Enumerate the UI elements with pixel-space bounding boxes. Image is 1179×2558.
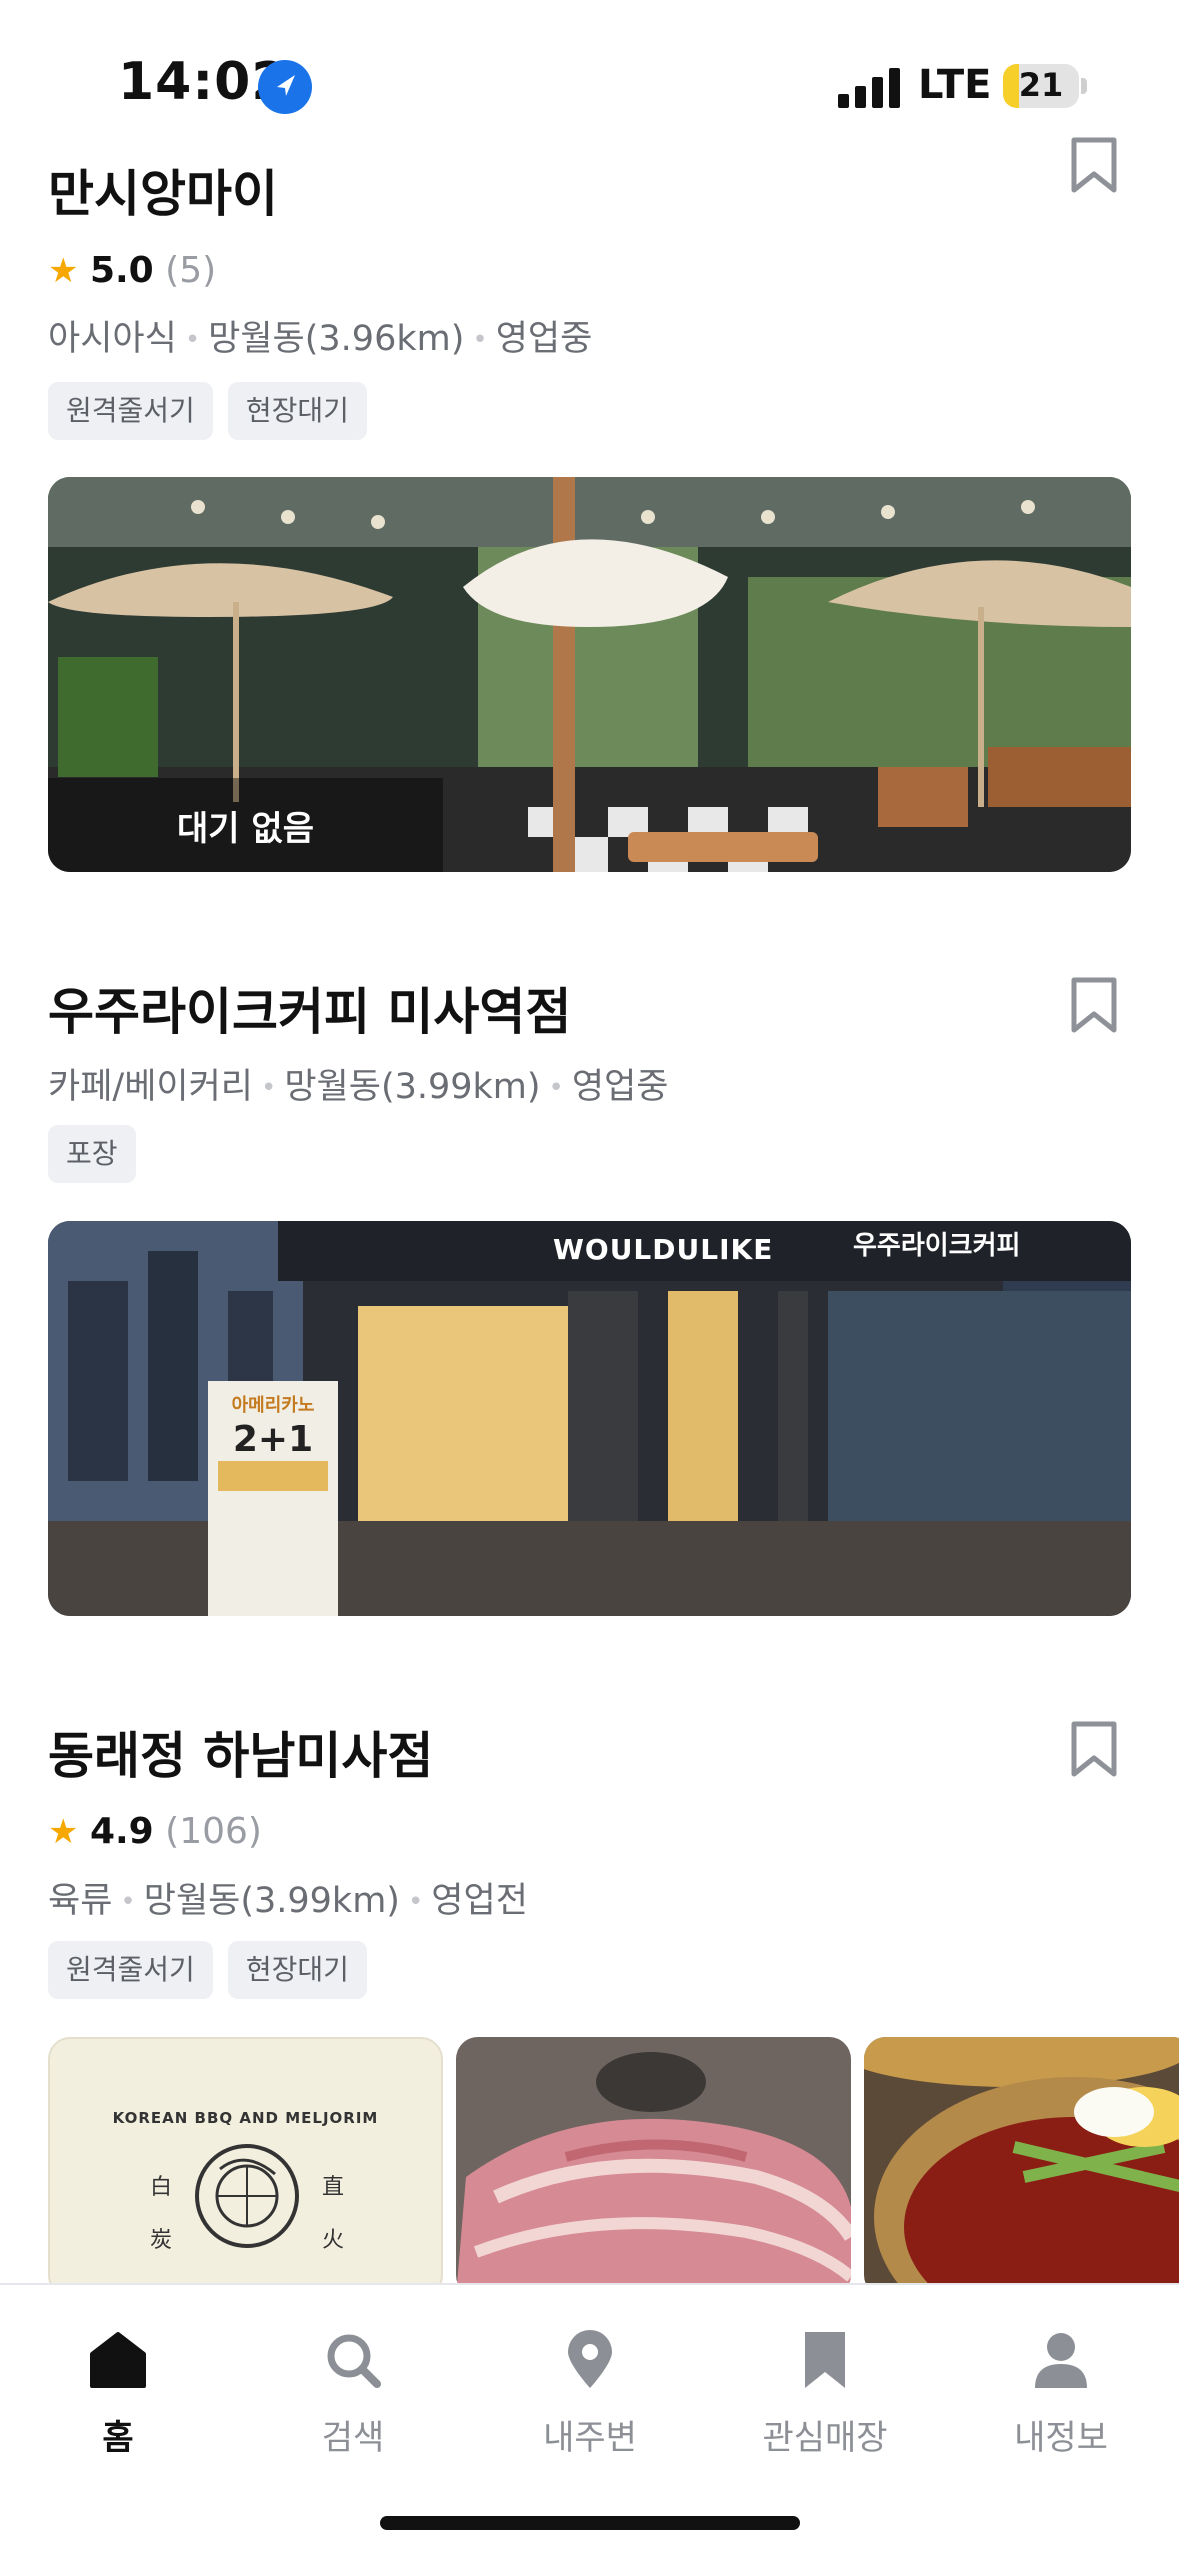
- tag-list: 원격줄서기 현장대기: [48, 382, 367, 440]
- tag-list: 원격줄서기 현장대기: [48, 1941, 367, 1999]
- logo-text: KOREAN BBQ AND MELJORIM: [112, 2109, 379, 2127]
- location-pin-icon: [568, 2330, 612, 2388]
- battery-icon: 21: [1003, 64, 1079, 108]
- rating: ★ 4.9 (106): [48, 1811, 262, 1852]
- category: 육류: [48, 1881, 113, 1921]
- nav-search[interactable]: 검색: [273, 2330, 433, 2459]
- logo-char: 直: [322, 2175, 345, 2200]
- star-icon: ★: [48, 251, 79, 291]
- review-count: (5): [165, 250, 217, 291]
- promo-board-offer: 2+1: [232, 1419, 314, 1460]
- logo-char: 火: [322, 2228, 345, 2253]
- nav-label: 내정보: [1014, 2418, 1108, 2458]
- tag-remote-queue: 원격줄서기: [48, 382, 213, 440]
- nav-my-info[interactable]: 내정보: [981, 2330, 1141, 2459]
- store-meta: 아시아식 • 망월동(3.96km) • 영업중: [48, 319, 593, 359]
- rating: ★ 5.0 (5): [48, 250, 216, 291]
- store-sign: WOULDULIKE: [553, 1233, 774, 1266]
- location: 망월동(3.96km): [208, 319, 465, 359]
- store-sign-korean: 우주라이크커피: [853, 1231, 1021, 1261]
- search-icon: [327, 2334, 381, 2388]
- wait-status-badge: 대기 없음: [48, 778, 443, 872]
- promo-board-title: 아메리카노: [231, 1395, 315, 1416]
- logo-char: 白: [150, 2175, 173, 2200]
- business-status: 영업전: [431, 1881, 528, 1921]
- tag-remote-queue: 원격줄서기: [48, 1941, 213, 1999]
- store-photo[interactable]: WOULDULIKE 우주라이크커피 아메리카노 2+1: [48, 1221, 1131, 1616]
- nav-home[interactable]: 홈: [38, 2330, 198, 2459]
- tag-list: 포장: [48, 1125, 136, 1183]
- pork-belly-image: [456, 2037, 851, 2297]
- category: 아시아식: [48, 319, 177, 359]
- business-status: 영업중: [495, 319, 593, 359]
- store-noodle-photo[interactable]: [864, 2037, 1179, 2297]
- location: 망월동(3.99km): [143, 1881, 400, 1921]
- person-icon: [1035, 2333, 1087, 2388]
- nav-label: 관심매장: [762, 2418, 888, 2458]
- business-status: 영업중: [571, 1067, 669, 1107]
- home-icon: [90, 2332, 146, 2388]
- bookmark-icon[interactable]: [1068, 976, 1120, 1034]
- store-meat-photo[interactable]: [456, 2037, 851, 2297]
- nav-label: 내주변: [543, 2418, 637, 2458]
- star-icon: ★: [48, 1812, 79, 1852]
- battery-tip: [1081, 78, 1087, 94]
- category: 카페/베이커리: [48, 1067, 253, 1107]
- bookmark-icon[interactable]: [1068, 1720, 1120, 1778]
- nav-label: 검색: [321, 2418, 385, 2458]
- bookmark-icon[interactable]: [1068, 136, 1120, 194]
- cafe-storefront-image: [48, 1221, 1131, 1616]
- store-1-title-clip: 만시앙마이: [0, 136, 1179, 226]
- tag-takeout: 포장: [48, 1125, 136, 1183]
- store-meta: 육류 • 망월동(3.99km) • 영업전: [48, 1881, 528, 1921]
- nav-label: 홈: [102, 2418, 134, 2458]
- tag-onsite-wait: 현장대기: [227, 382, 367, 440]
- store-title[interactable]: 우주라이크커피 미사역점: [48, 972, 571, 1044]
- logo-char: 炭: [150, 2228, 173, 2253]
- store-meta: 카페/베이커리 • 망월동(3.99km) • 영업중: [48, 1067, 669, 1107]
- location: 망월동(3.99km): [284, 1067, 541, 1107]
- noodle-dish-image: [864, 2037, 1179, 2297]
- network-type: LTE: [918, 62, 992, 108]
- pig-logo-icon: [195, 2144, 299, 2248]
- store-title[interactable]: 동래정 하남미사점: [48, 1716, 433, 1788]
- store-photo[interactable]: 대기 없음: [48, 477, 1131, 872]
- signal-icon: [838, 66, 900, 108]
- rating-value: 5.0: [89, 250, 154, 291]
- store-logo-photo[interactable]: KOREAN BBQ AND MELJORIM 白 直 炭 火: [48, 2037, 443, 2297]
- nav-favorites[interactable]: 관심매장: [745, 2330, 905, 2459]
- home-indicator: [380, 2516, 800, 2530]
- review-count: (106): [165, 1811, 262, 1852]
- battery-level: 21: [1018, 66, 1064, 104]
- tag-onsite-wait: 현장대기: [227, 1941, 367, 1999]
- rating-value: 4.9: [89, 1811, 154, 1852]
- nav-nearby[interactable]: 내주변: [510, 2330, 670, 2459]
- store-title[interactable]: 만시앙마이: [48, 154, 278, 226]
- location-arrow-icon: [258, 60, 312, 114]
- bookmark-icon: [805, 2332, 845, 2388]
